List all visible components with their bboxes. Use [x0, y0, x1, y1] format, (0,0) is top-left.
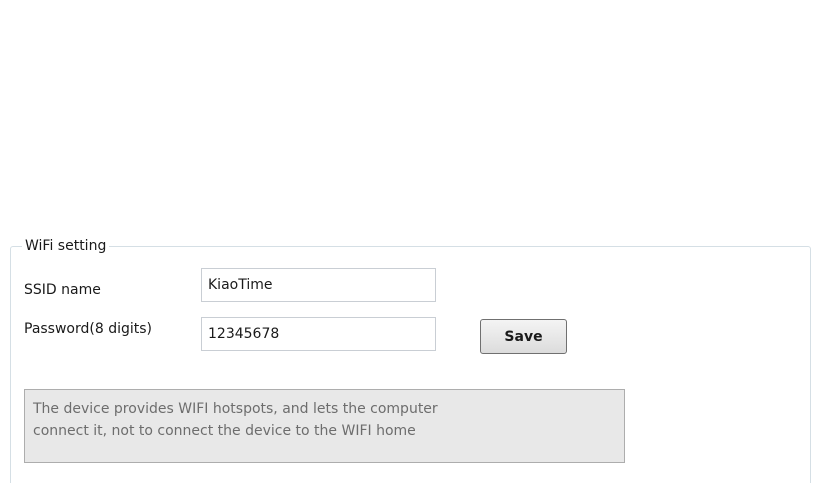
password-input[interactable] — [201, 317, 436, 351]
password-label: Password(8 digits) — [24, 321, 153, 337]
save-button[interactable]: Save — [480, 319, 567, 354]
info-text-line: connect it, not to connect the device to… — [33, 423, 416, 439]
info-text-box: The device provides WIFI hotspots, and l… — [24, 389, 625, 463]
wifi-settings-page: WiFi setting SSID name Password(8 digits… — [0, 0, 813, 483]
ssid-label: SSID name — [24, 282, 101, 298]
info-text-line: The device provides WIFI hotspots, and l… — [33, 401, 438, 417]
group-title: WiFi setting — [22, 236, 110, 256]
ssid-input[interactable] — [201, 268, 436, 302]
